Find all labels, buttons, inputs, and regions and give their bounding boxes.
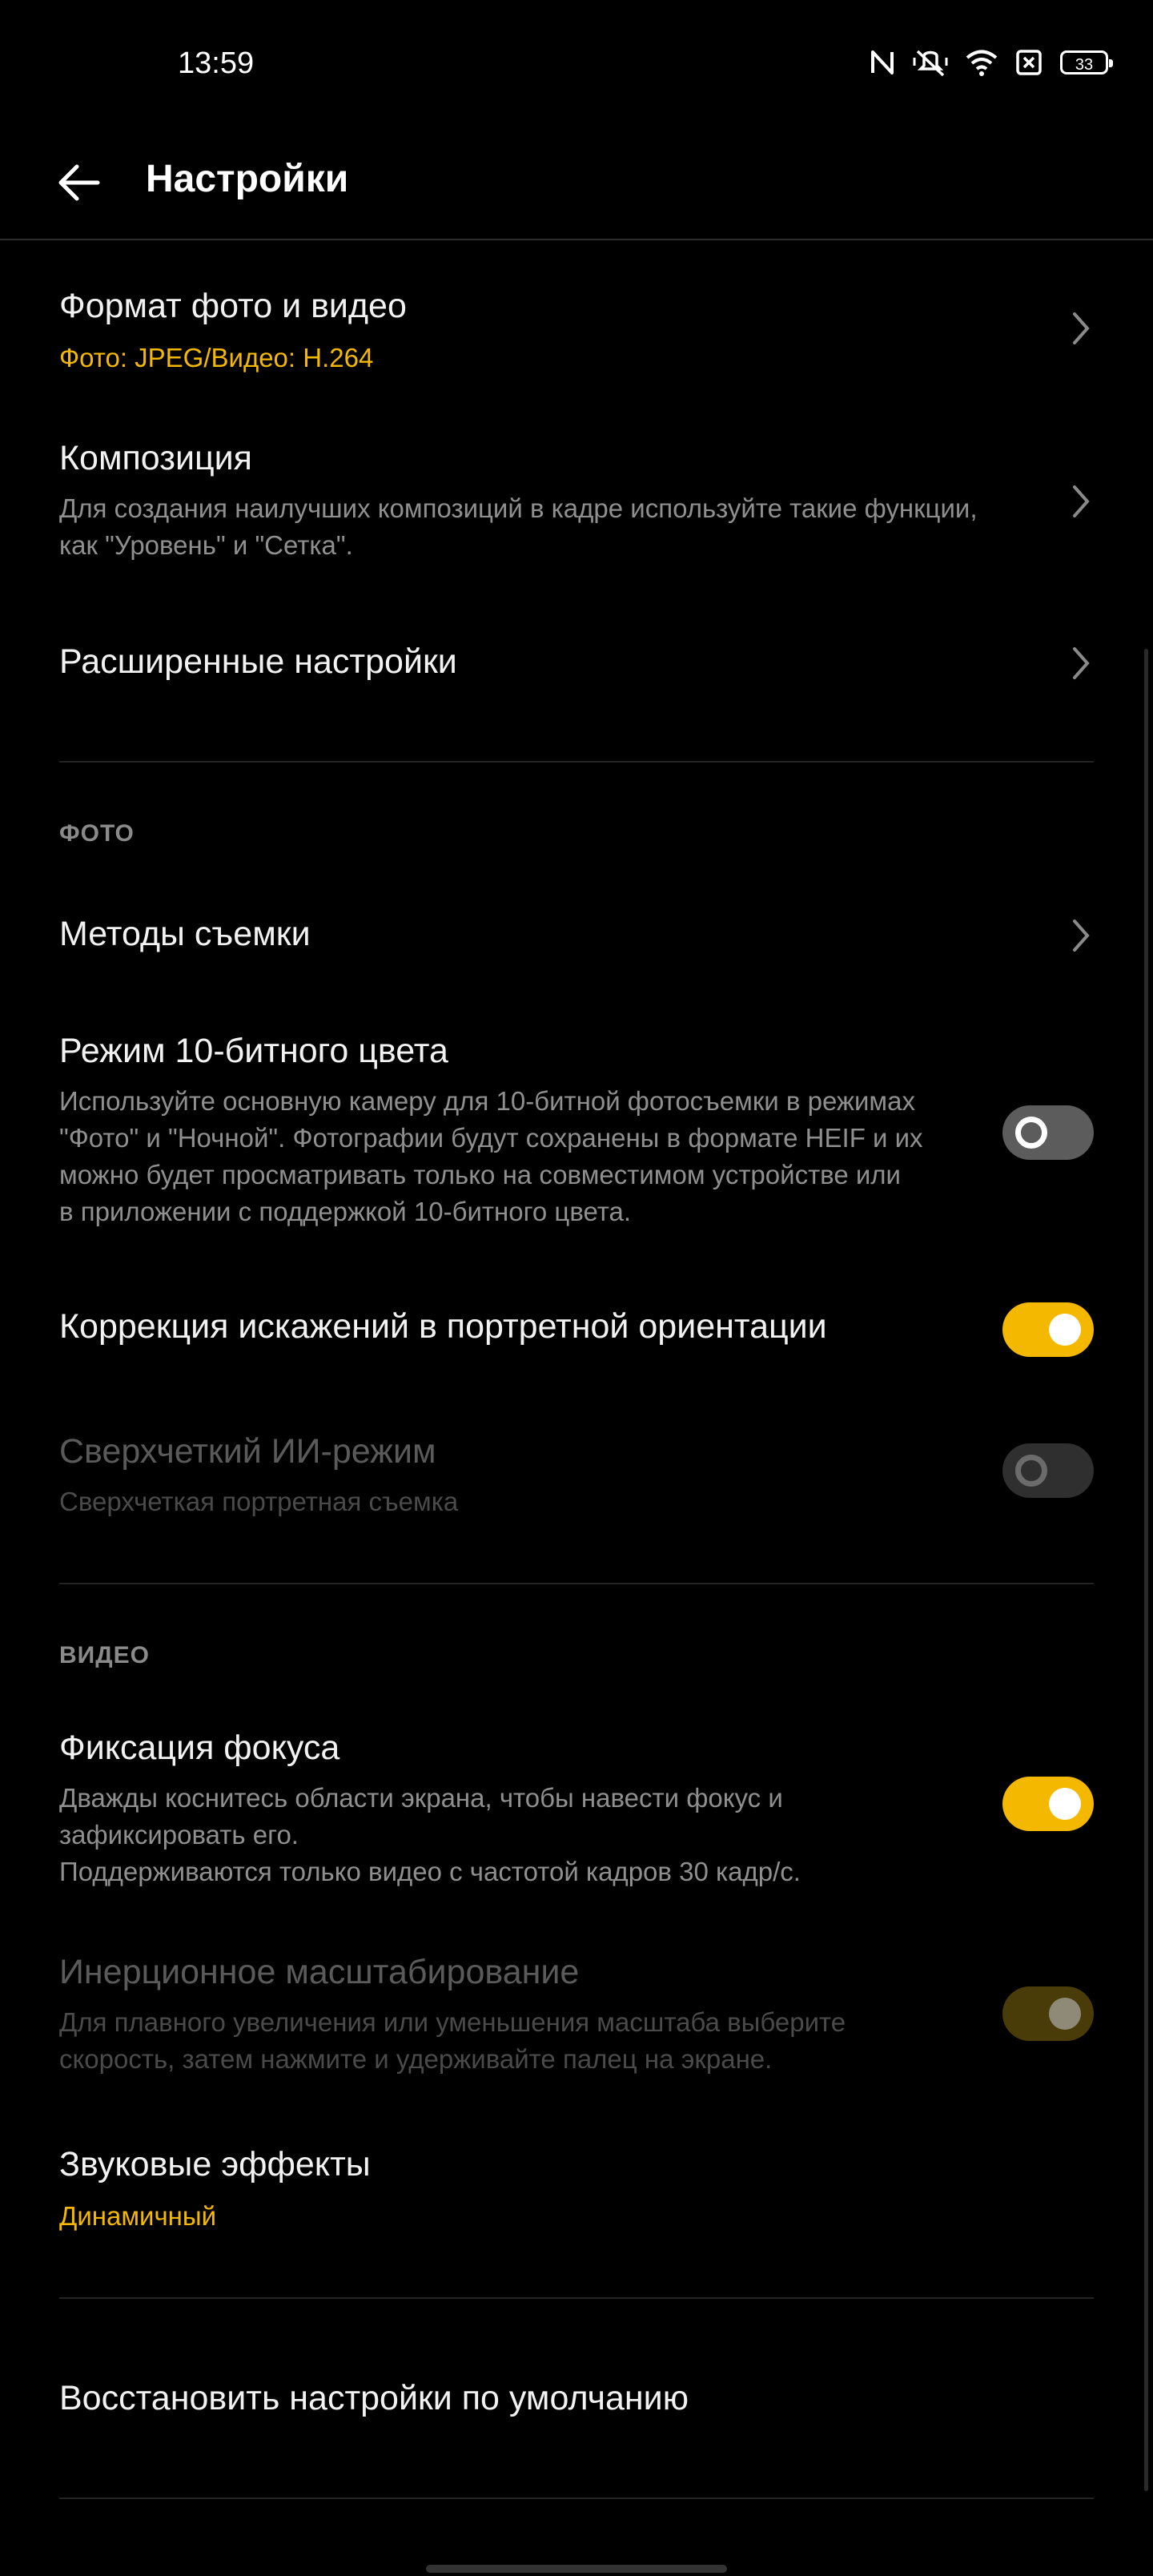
distortion-toggle[interactable] <box>1002 1302 1094 1357</box>
chevron-right-icon <box>1073 647 1090 679</box>
focus-lock-desc-line3: Поддерживаются только видео с частотой к… <box>59 1857 801 1886</box>
focus-lock-toggle[interactable] <box>1002 1777 1094 1831</box>
status-icons: 33 <box>870 48 1113 77</box>
page-title: Настройки <box>146 158 349 200</box>
sound-effects-title: Звуковые эффекты <box>59 2145 371 2184</box>
ai-hd-title: Сверхчеткий ИИ-режим <box>59 1432 436 1471</box>
distortion-correction-setting[interactable]: Коррекция искажений в портретной ориента… <box>0 1290 1153 1370</box>
wifi-icon <box>966 50 998 76</box>
section-video-label: ВИДЕО <box>59 1642 150 1668</box>
focus-lock-title: Фиксация фокуса <box>59 1729 340 1767</box>
header-divider <box>0 239 1153 240</box>
back-arrow-icon[interactable] <box>54 159 102 207</box>
mute-vibrate-icon <box>913 50 948 77</box>
focus-lock-setting[interactable]: Фиксация фокуса Дважды коснитесь области… <box>0 1714 1153 1914</box>
format-title: Формат фото и видео <box>59 287 407 325</box>
ten-bit-toggle[interactable] <box>1002 1105 1094 1160</box>
ten-bit-color-setting[interactable]: Режим 10-битного цвета Используйте основ… <box>0 1017 1153 1258</box>
no-sim-icon <box>1016 50 1042 75</box>
chevron-right-icon <box>1073 920 1090 952</box>
chevron-right-icon <box>1073 312 1090 344</box>
section-divider <box>59 761 1094 763</box>
composition-desc-line2: как "Уровень" и "Сетка". <box>59 530 353 560</box>
inertial-zoom-setting[interactable]: Инерционное масштабирование Для плавного… <box>0 1938 1153 2099</box>
ai-hd-setting[interactable]: Сверхчеткий ИИ-режим Сверхчеткая портрет… <box>0 1418 1153 1546</box>
sound-effects-value: Динамичный <box>59 2201 217 2231</box>
composition-desc-line1: Для создания наилучших композиций в кадр… <box>59 493 978 523</box>
distortion-title: Коррекция искажений в портретной ориента… <box>59 1307 827 1346</box>
reset-title: Восстановить настройки по умолчанию <box>59 2379 689 2417</box>
advanced-settings[interactable]: Расширенные настройки <box>0 625 1153 705</box>
shooting-methods-title: Методы съемки <box>59 915 311 953</box>
inertial-zoom-toggle[interactable] <box>1002 1986 1094 2041</box>
composition-title: Композиция <box>59 439 252 477</box>
reset-settings-button[interactable]: Восстановить настройки по умолчанию <box>0 2355 1153 2451</box>
advanced-title: Расширенные настройки <box>59 642 457 681</box>
focus-lock-desc-line2: зафиксировать его. <box>59 1820 299 1849</box>
section-photo-label: ФОТО <box>59 820 135 847</box>
status-time: 13:59 <box>178 46 255 80</box>
ten-bit-title: Режим 10-битного цвета <box>59 1032 448 1070</box>
section-divider <box>59 1583 1094 1584</box>
app-header: Настройки <box>0 128 1153 240</box>
shooting-methods-setting[interactable]: Методы съемки <box>0 897 1153 977</box>
ten-bit-desc-line4: в приложении с поддержкой 10-битного цве… <box>59 1197 632 1226</box>
ten-bit-desc-line3: можно будет просматривать только на совм… <box>59 1160 901 1189</box>
focus-lock-desc-line1: Дважды коснитесь области экрана, чтобы н… <box>59 1783 783 1813</box>
home-indicator[interactable] <box>426 2565 727 2573</box>
battery-icon: 33 <box>1060 50 1113 74</box>
format-setting[interactable]: Формат фото и видео Фото: JPEG/Видео: H.… <box>0 272 1153 400</box>
format-value: Фото: JPEG/Видео: H.264 <box>59 343 374 372</box>
status-bar: 13:59 33 <box>0 0 1153 128</box>
sound-effects-setting[interactable]: Звуковые эффекты Динамичный <box>0 2131 1153 2251</box>
ten-bit-desc-line2: "Фото" и "Ночной". Фотографии будут сохр… <box>59 1123 923 1153</box>
ai-hd-toggle[interactable] <box>1002 1443 1094 1498</box>
composition-setting[interactable]: Композиция Для создания наилучших композ… <box>0 425 1153 585</box>
ai-hd-desc: Сверхчеткая портретная съемка <box>59 1487 459 1516</box>
ten-bit-desc-line1: Используйте основную камеру для 10-битно… <box>59 1086 915 1116</box>
inertial-zoom-desc-line2: скорость, затем нажмите и удерживайте па… <box>59 2044 773 2074</box>
bottom-divider <box>59 2498 1094 2499</box>
inertial-zoom-desc-line1: Для плавного увеличения или уменьшения м… <box>59 2007 846 2037</box>
inertial-zoom-title: Инерционное масштабирование <box>59 1953 580 1991</box>
nfc-icon <box>871 50 894 74</box>
section-divider <box>59 2297 1094 2299</box>
chevron-right-icon <box>1073 485 1090 517</box>
